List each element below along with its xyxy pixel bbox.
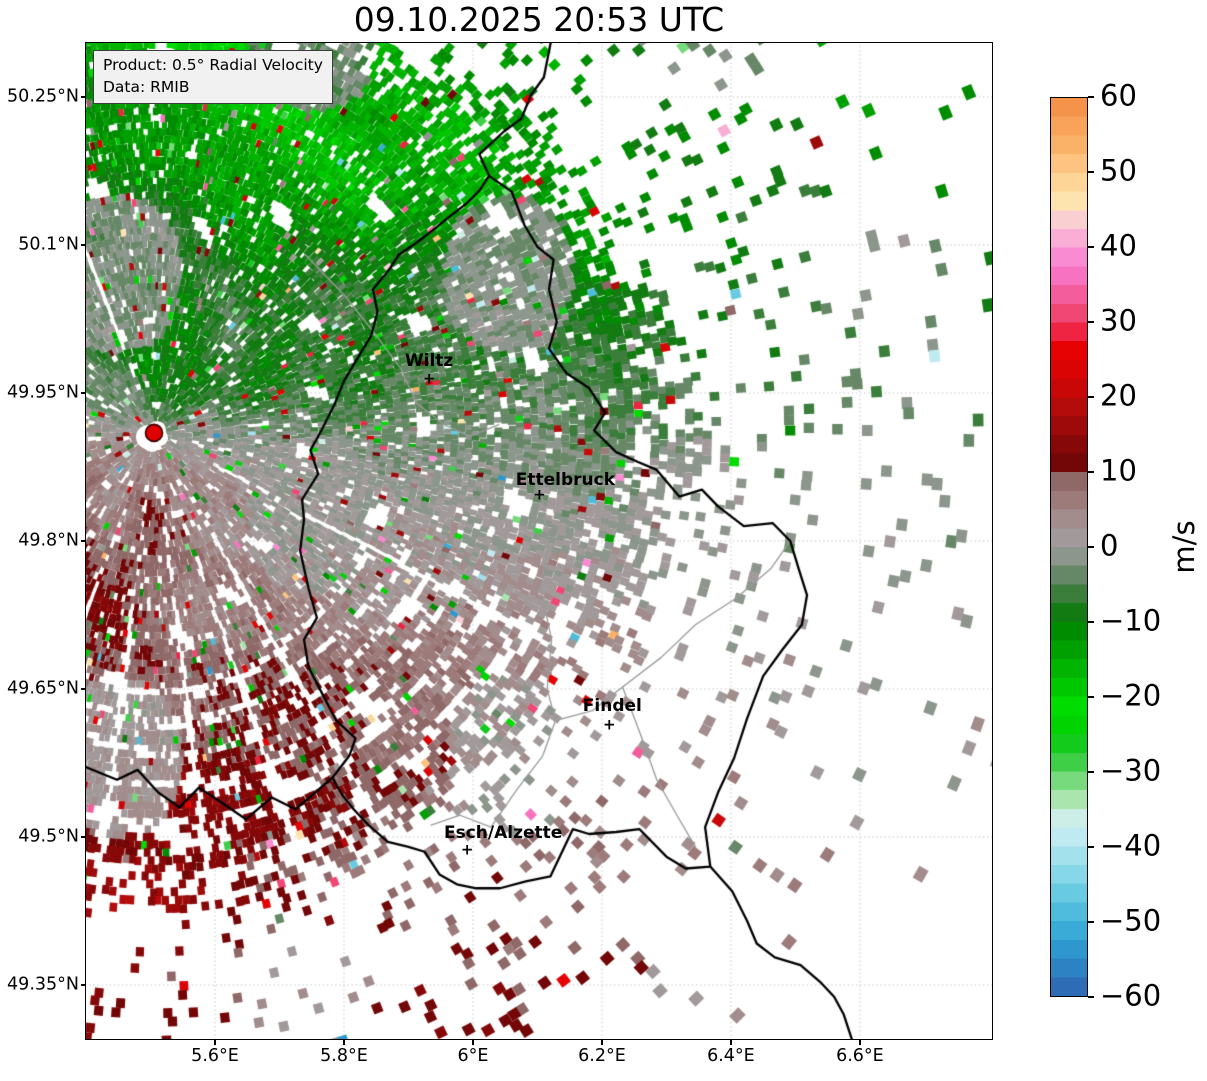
colorbar-unit-label: m/s — [1167, 520, 1201, 574]
x-axis-tick-label: 6.4°E — [707, 1046, 755, 1066]
colorbar-tick-label: −60 — [1100, 978, 1162, 1013]
colorbar-tick-mark — [1088, 471, 1094, 473]
colorbar-tick-mark — [1088, 996, 1094, 998]
city-label: Ettelbruck — [515, 469, 616, 490]
y-axis-tick-mark — [80, 836, 85, 838]
colorbar-gradient — [1051, 98, 1087, 996]
colorbar-tick-label: 20 — [1100, 378, 1137, 413]
colorbar-tick-mark — [1088, 696, 1094, 698]
x-axis-tick-mark — [730, 1040, 732, 1045]
colorbar-tick-label: −20 — [1100, 678, 1162, 713]
x-axis-tick-mark — [472, 1040, 474, 1045]
x-axis-tick-mark — [601, 1040, 603, 1045]
colorbar-tick-mark — [1088, 921, 1094, 923]
colorbar-tick-mark — [1088, 246, 1094, 248]
y-axis-tick-mark — [80, 96, 85, 98]
y-axis-tick-mark — [80, 688, 85, 690]
colorbar-tick-label: −30 — [1100, 753, 1162, 788]
product-info-box: Product: 0.5° Radial Velocity Data: RMIB — [93, 50, 333, 104]
colorbar-tick-mark — [1088, 621, 1094, 623]
city-label: Wiltz — [404, 351, 454, 372]
colorbar-tick-label: 0 — [1100, 528, 1119, 563]
page-title: 09.10.2025 20:53 UTC — [353, 0, 725, 39]
colorbar-tick-label: −40 — [1100, 828, 1162, 863]
colorbar-tick-mark — [1088, 396, 1094, 398]
colorbar-tick-mark — [1088, 771, 1094, 773]
colorbar-tick-label: 40 — [1100, 228, 1137, 263]
y-axis-tick-label: 49.8°N — [18, 530, 79, 551]
data-source-line: Data: RMIB — [103, 78, 190, 96]
colorbar-tick-mark — [1088, 546, 1094, 548]
y-axis-tick-label: 49.65°N — [7, 678, 79, 699]
colorbar-tick-label: −10 — [1100, 603, 1162, 638]
x-axis-tick-mark — [343, 1040, 345, 1045]
city-label: Esch/Alzette — [444, 822, 563, 843]
colorbar-tick-label: 30 — [1100, 303, 1137, 338]
y-axis-tick-label: 50.1°N — [18, 234, 79, 255]
colorbar-tick-label: −50 — [1100, 903, 1162, 938]
x-axis-tick-label: 6°E — [457, 1046, 489, 1066]
colorbar-tick-label: 10 — [1100, 453, 1137, 488]
colorbar-tick-mark — [1088, 321, 1094, 323]
colorbar — [1050, 97, 1088, 997]
radar-velocity-map-canvas — [85, 42, 993, 1040]
y-axis-tick-mark — [80, 984, 85, 986]
x-axis-tick-mark — [214, 1040, 216, 1045]
city-label: Findel — [582, 696, 642, 717]
x-axis-tick-label: 5.8°E — [320, 1046, 368, 1066]
x-axis-tick-label: 6.2°E — [578, 1046, 626, 1066]
colorbar-tick-label: 60 — [1100, 78, 1137, 113]
y-axis-tick-label: 50.25°N — [7, 86, 79, 107]
radar-velocity-figure: 09.10.2025 20:53 UTC Product: 0.5° Radia… — [0, 0, 1207, 1081]
x-axis-tick-label: 5.6°E — [191, 1046, 239, 1066]
y-axis-tick-label: 49.35°N — [7, 974, 79, 995]
colorbar-tick-mark — [1088, 96, 1094, 98]
y-axis-tick-label: 49.5°N — [18, 826, 79, 847]
colorbar-tick-label: 50 — [1100, 153, 1137, 188]
x-axis-tick-label: 6.6°E — [836, 1046, 884, 1066]
y-axis-tick-label: 49.95°N — [7, 382, 79, 403]
product-info-line: Product: 0.5° Radial Velocity — [103, 56, 323, 74]
y-axis-tick-mark — [80, 540, 85, 542]
colorbar-tick-mark — [1088, 846, 1094, 848]
y-axis-tick-mark — [80, 244, 85, 246]
colorbar-tick-mark — [1088, 171, 1094, 173]
city-marker: + — [422, 369, 436, 388]
y-axis-tick-mark — [80, 392, 85, 394]
x-axis-tick-mark — [859, 1040, 861, 1045]
map-plot: Product: 0.5° Radial Velocity Data: RMIB — [85, 42, 993, 1040]
city-marker: + — [603, 715, 616, 734]
